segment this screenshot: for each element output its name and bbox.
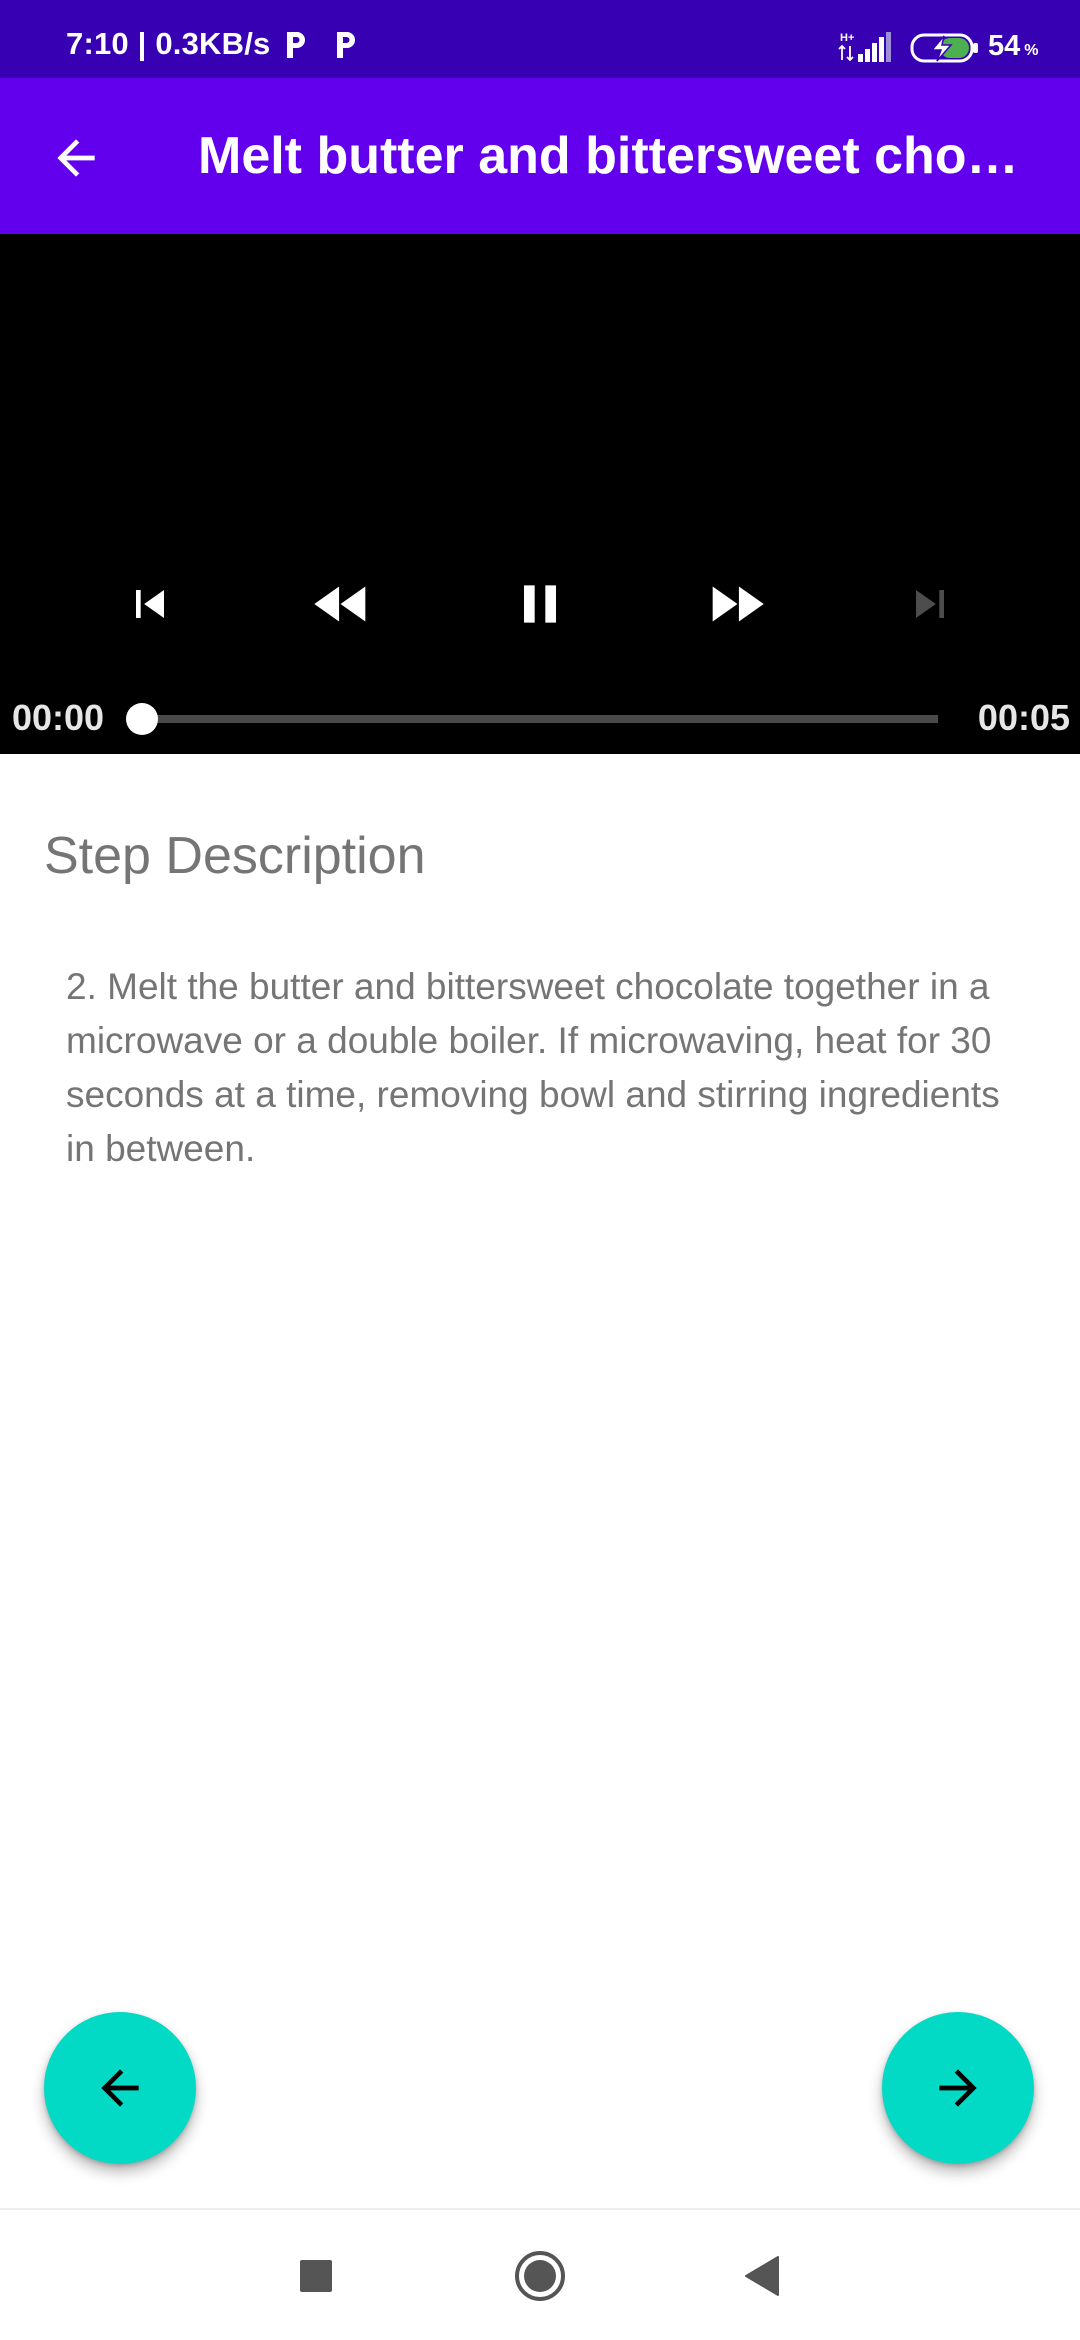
arrow-back-icon [101,2069,139,2107]
previous-step-button[interactable] [44,2012,196,2164]
back-button[interactable] [28,110,124,206]
skip-next-icon [916,590,944,618]
network-type-label: H+ [840,32,854,44]
seek-bar[interactable] [126,698,938,738]
system-back-button[interactable] [722,2236,802,2316]
rewind-icon [314,586,366,622]
seek-track [142,715,938,723]
status-time: 7:10 | 0.3KB/s [66,26,271,61]
navigation-bar [0,2208,1080,2340]
page-title: Melt butter and bittersweet chocolate. [198,127,1028,185]
skip-previous-icon [136,590,164,618]
step-heading: Step Description [44,827,426,885]
parking-icon [337,32,355,58]
signal-icon: H+ [838,32,891,62]
parking-icon [287,32,305,58]
next-step-button[interactable] [882,2012,1034,2164]
recents-square-icon [300,2260,332,2292]
seek-thumb[interactable] [126,703,158,735]
arrow-back-icon [57,139,95,177]
status-bar: 7:10 | 0.3KB/s H+ 54% [0,0,1080,78]
recents-button[interactable] [276,2236,356,2316]
pause-button[interactable] [490,554,590,654]
home-button[interactable] [500,2236,580,2316]
skip-next-button[interactable] [880,554,980,654]
battery-percent-sign: % [1024,42,1039,59]
screen: 7:10 | 0.3KB/s H+ 54% Melt butter and bi… [0,0,1080,2340]
fast-forward-icon [712,586,764,622]
rewind-button[interactable] [292,554,392,654]
app-bar: Melt butter and bittersweet chocolate. [0,78,1080,234]
skip-previous-button[interactable] [100,554,200,654]
home-circle-icon [515,2251,565,2301]
duration-label: 00:05 [977,697,1070,738]
battery-percent-value: 54 [988,30,1021,62]
battery-percent: 54% [988,30,1039,63]
current-position-label: 00:00 [12,697,105,738]
video-player[interactable]: 00:00 00:05 [0,234,1080,754]
pause-icon [524,585,556,623]
step-description: 2. Melt the butter and bittersweet choco… [66,966,1000,1169]
battery-charging-icon [910,33,978,63]
back-triangle-icon [745,2256,779,2296]
fast-forward-button[interactable] [686,554,786,654]
arrow-forward-icon [939,2069,977,2107]
